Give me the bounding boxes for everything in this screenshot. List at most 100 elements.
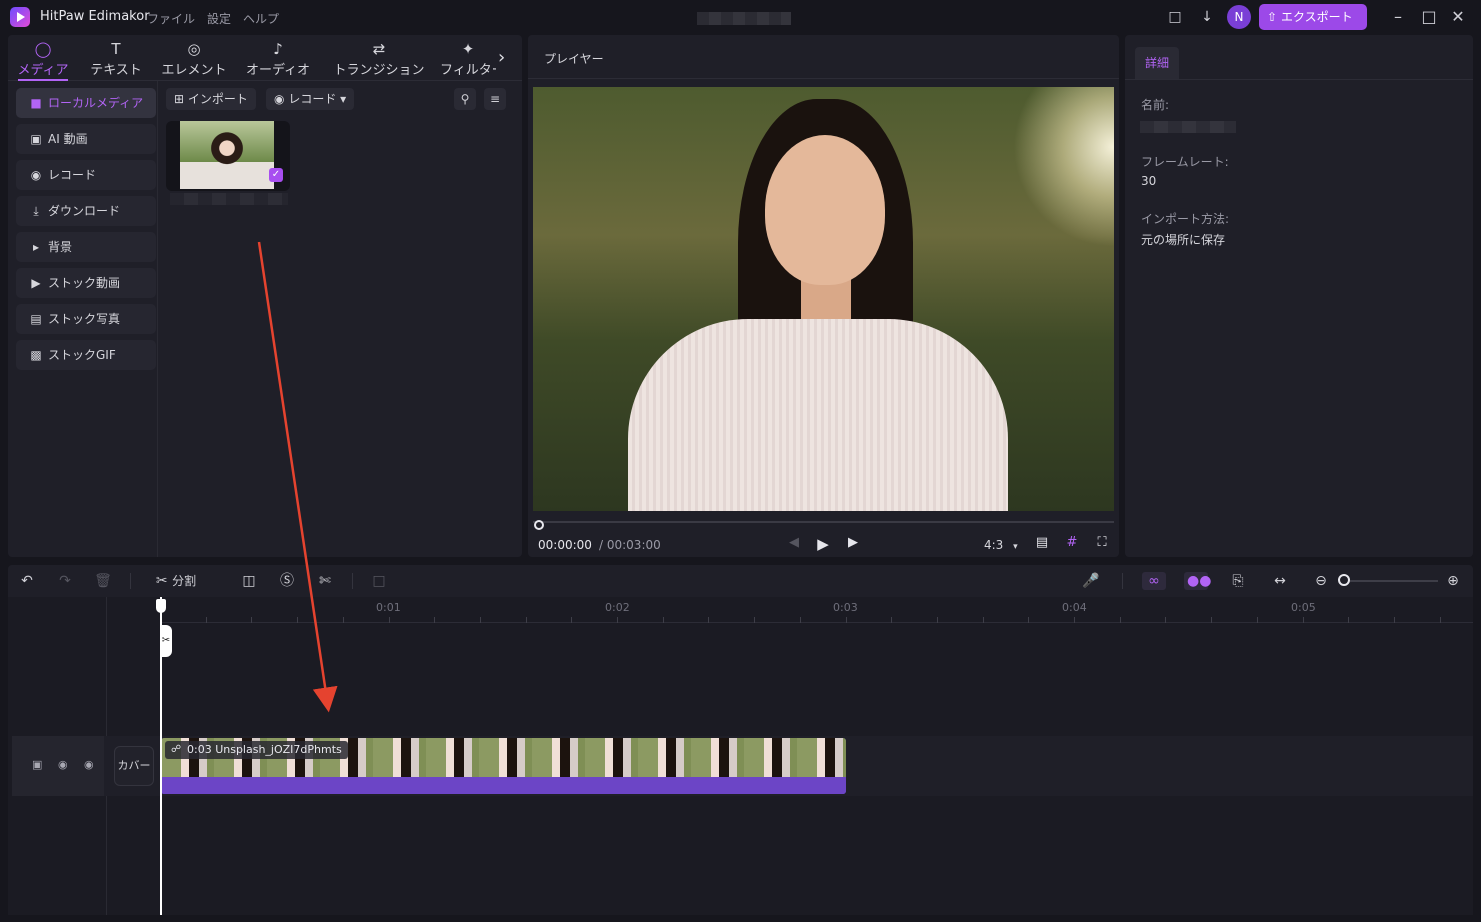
ruler-tick <box>1393 617 1395 623</box>
element-icon: ◎ <box>187 40 201 58</box>
sidebar-item-download[interactable]: ⤓ ダウンロード <box>16 196 156 226</box>
download-progress-icon[interactable]: ↓ <box>1198 8 1216 26</box>
microphone-icon[interactable]: 🎤 <box>1082 572 1100 590</box>
aspect-ratio-select[interactable]: 4:3 ▾ <box>984 538 1018 552</box>
timeline: 0:01 0:02 0:03 0:04 0:05 ▣ ◉ ◉ カバー ☍ 0:0… <box>8 597 1473 915</box>
sidebar-item-ai-video[interactable]: ▣ AI 動画 <box>16 124 156 154</box>
clip-name: 0:03 Unsplash_jOZI7dPhmts <box>187 743 342 756</box>
track-lock-icon[interactable]: ▣ <box>32 758 42 771</box>
sort-icon[interactable]: ≡ <box>484 88 506 110</box>
speaker-icon[interactable]: ◉ <box>84 758 94 771</box>
media-panel: ◯ メディア T テキスト ◎ エレメント ♪ オーディオ ⇄ トランジション … <box>8 35 522 557</box>
zoom-out-icon[interactable]: ⊖ <box>1313 572 1329 590</box>
menu-help[interactable]: ヘルプ <box>243 10 279 27</box>
stock-photo-icon: ▤ <box>30 312 42 326</box>
minimize-icon[interactable]: – <box>1389 8 1407 26</box>
tab-text[interactable]: T テキスト <box>82 35 150 81</box>
text-icon: T <box>111 40 121 58</box>
media-sidebar: ■ ローカルメディア ▣ AI 動画 ◉ レコード ⤓ ダウンロード ▸ 背景 … <box>8 81 158 557</box>
link-icon[interactable]: ∞ <box>1142 572 1166 590</box>
player-panel: プレイヤー 00:00:00 / 00:03:00 ◀ ▶ ▶ 4:3 ▾ ▤ … <box>528 35 1119 557</box>
split-audio-icon[interactable]: ✄ <box>314 572 336 590</box>
ruler-tick <box>799 617 801 623</box>
extract-icon[interactable]: □ <box>370 572 388 590</box>
playback-progress-knob[interactable] <box>534 520 544 530</box>
tab-audio[interactable]: ♪ オーディオ <box>240 35 316 81</box>
cover-button[interactable]: カバー <box>114 746 154 786</box>
project-title-redacted <box>697 12 791 25</box>
menu-file[interactable]: ファイル <box>147 10 195 27</box>
search-icon[interactable]: ⚲ <box>454 88 476 110</box>
player-header: プレイヤー <box>528 35 1119 79</box>
ruler-tick <box>1211 617 1213 623</box>
timeline-ruler[interactable]: 0:01 0:02 0:03 0:04 0:05 <box>160 597 1473 623</box>
caret-down-icon: ▾ <box>340 92 347 106</box>
grid-icon[interactable]: # <box>1064 535 1080 550</box>
playback-progress-track[interactable] <box>533 521 1114 523</box>
framerate-label: フレームレート: <box>1141 155 1229 169</box>
record-icon: ◉ <box>30 168 42 182</box>
feedback-icon[interactable]: □ <box>1166 8 1184 26</box>
sidebar-item-stock-video[interactable]: ▶ ストック動画 <box>16 268 156 298</box>
video-light <box>1013 87 1114 247</box>
next-frame-icon[interactable]: ▶ <box>845 535 861 550</box>
sidebar-item-record[interactable]: ◉ レコード <box>16 160 156 190</box>
import-button[interactable]: ⊞ インポート <box>166 88 256 110</box>
play-icon[interactable]: ▶ <box>815 535 831 553</box>
tab-details[interactable]: 詳細 <box>1135 47 1179 79</box>
text-box-icon[interactable]: Ⓢ <box>278 572 296 590</box>
snapshot-icon[interactable]: ▤ <box>1034 535 1050 550</box>
fullscreen-icon[interactable]: ⛶ <box>1094 535 1110 550</box>
tab-filter[interactable]: ✦ フィルター <box>440 35 496 81</box>
ruler-tick <box>297 617 299 623</box>
avatar[interactable]: N <box>1227 5 1251 29</box>
zoom-slider-knob[interactable] <box>1338 574 1350 586</box>
record-dropdown[interactable]: ◉ レコード ▾ <box>266 88 355 110</box>
zoom-in-icon[interactable]: ⊕ <box>1445 572 1461 590</box>
sidebar-item-label: AI 動画 <box>48 132 88 146</box>
tab-transition[interactable]: ⇄ トランジション <box>330 35 428 81</box>
sidebar-item-stock-photo[interactable]: ▤ ストック写真 <box>16 304 156 334</box>
sidebar-item-stock-gif[interactable]: ▩ ストックGIF <box>16 340 156 370</box>
split-label: 分割 <box>172 574 197 588</box>
ruler-tick <box>525 617 527 623</box>
sidebar-item-local-media[interactable]: ■ ローカルメディア <box>16 88 156 118</box>
close-icon[interactable]: ✕ <box>1449 8 1467 26</box>
maximize-icon[interactable]: □ <box>1420 8 1438 26</box>
ruler-tick <box>662 617 664 623</box>
sidebar-item-label: レコード <box>48 168 97 182</box>
previous-frame-icon[interactable]: ◀ <box>786 535 802 550</box>
tab-element[interactable]: ◎ エレメント <box>156 35 232 81</box>
ruler-tick <box>1439 617 1441 623</box>
sidebar-item-label: ダウンロード <box>48 204 121 218</box>
ruler-tick <box>251 617 253 623</box>
media-tab-bar: ◯ メディア T テキスト ◎ エレメント ♪ オーディオ ⇄ トランジション … <box>8 35 522 81</box>
snap-icon[interactable]: ●● <box>1184 572 1211 590</box>
redo-icon[interactable]: ↷ <box>56 572 74 590</box>
plus-icon: ⊞ <box>174 92 185 106</box>
undo-icon[interactable]: ↶ <box>18 572 36 590</box>
delete-icon[interactable]: 🗑 <box>94 572 112 590</box>
ruler-tick <box>342 617 344 623</box>
zoom-slider-track[interactable] <box>1346 580 1438 582</box>
ruler-tick <box>1302 617 1304 623</box>
playhead-handle[interactable] <box>156 599 166 613</box>
tab-label: テキスト <box>90 63 142 78</box>
video-preview[interactable] <box>533 87 1114 511</box>
eye-icon[interactable]: ◉ <box>58 758 68 771</box>
video-subject-face <box>765 135 885 285</box>
menu-settings[interactable]: 設定 <box>207 10 231 27</box>
scissors-icon[interactable]: ✂ <box>160 625 172 657</box>
sidebar-item-background[interactable]: ▸ 背景 <box>16 232 156 262</box>
marker-icon[interactable]: ◫ <box>240 572 258 590</box>
ruler-label: 0:05 <box>1291 601 1316 614</box>
ruler-label: 0:04 <box>1062 601 1087 614</box>
check-icon[interactable]: ✓ <box>269 168 283 182</box>
chevron-right-icon[interactable]: › <box>498 47 505 68</box>
split-button[interactable]: ✂ 分割 <box>148 572 204 590</box>
video-clip[interactable]: ☍ 0:03 Unsplash_jOZI7dPhmts <box>161 738 846 794</box>
split-clip-icon[interactable]: ⎘ <box>1228 572 1248 590</box>
export-button[interactable]: ⇧ エクスポート <box>1259 4 1367 30</box>
tab-media[interactable]: ◯ メディア <box>10 35 76 81</box>
fit-timeline-icon[interactable]: ↔ <box>1270 572 1290 590</box>
